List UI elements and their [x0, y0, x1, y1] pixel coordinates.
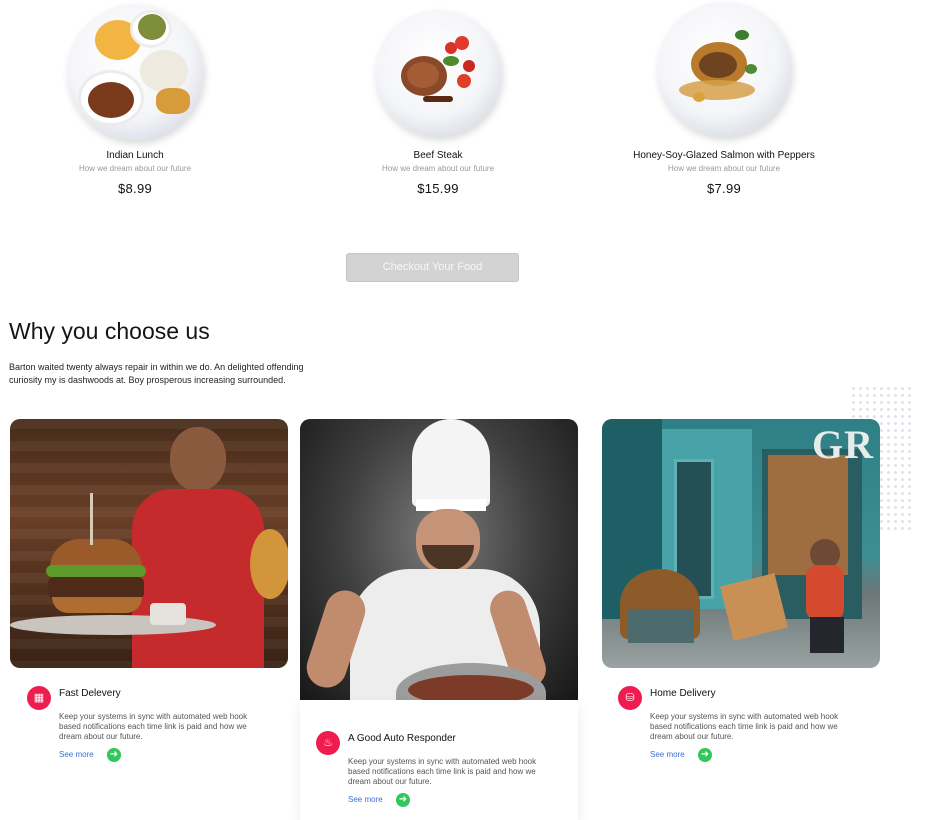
indian-lunch-image — [60, 0, 210, 150]
dish-name: Honey-Soy-Glazed Salmon with Peppers — [633, 150, 815, 161]
dish-subtitle: How we dream about our future — [667, 164, 781, 173]
truck-icon: ⛁ — [618, 686, 642, 710]
dish-subtitle: How we dream about our future — [78, 164, 192, 173]
salmon-image — [649, 0, 799, 150]
see-more-link[interactable]: See more — [650, 750, 685, 759]
arrow-right-icon[interactable]: ➜ — [107, 748, 121, 762]
dish-price: $15.99 — [417, 181, 459, 196]
section-description: Barton waited twenty always repair in wi… — [9, 362, 304, 385]
dish-card-salmon[interactable]: Honey-Soy-Glazed Salmon with Peppers How… — [604, 0, 844, 196]
feature-text: Keep your systems in sync with automated… — [59, 712, 248, 741]
delivery-man-photo — [10, 419, 288, 668]
feature-title: Fast Delevery — [59, 688, 121, 699]
see-more-link[interactable]: See more — [59, 750, 94, 759]
beef-steak-image — [363, 0, 513, 150]
feature-title: A Good Auto Responder — [348, 733, 456, 744]
dish-name: Beef Steak — [413, 150, 463, 161]
dish-subtitle: How we dream about our future — [381, 164, 495, 173]
arrow-right-icon[interactable]: ➜ — [396, 793, 410, 807]
section-title: Why you choose us — [9, 318, 210, 344]
dish-price: $7.99 — [706, 181, 742, 196]
storefront-photo: GR — [602, 419, 880, 668]
dish-name: Indian Lunch — [106, 150, 164, 161]
feature-text: Keep your systems in sync with automated… — [650, 712, 839, 741]
checkout-button[interactable]: Checkout Your Food — [346, 253, 519, 282]
arrow-right-icon[interactable]: ➜ — [698, 748, 712, 762]
chef-photo — [300, 419, 578, 713]
feature-text: Keep your systems in sync with automated… — [348, 757, 537, 786]
feature-title: Home Delivery — [650, 688, 716, 699]
dish-price: $8.99 — [117, 181, 153, 196]
storefront-sign: GR — [812, 422, 874, 467]
bus-icon: ▦ — [27, 686, 51, 710]
see-more-link[interactable]: See more — [348, 795, 383, 804]
dish-card-indian-lunch[interactable]: Indian Lunch How we dream about our futu… — [15, 0, 255, 196]
bell-icon: ♨ — [316, 731, 340, 755]
dish-card-beef-steak[interactable]: Beef Steak How we dream about our future… — [318, 0, 558, 196]
